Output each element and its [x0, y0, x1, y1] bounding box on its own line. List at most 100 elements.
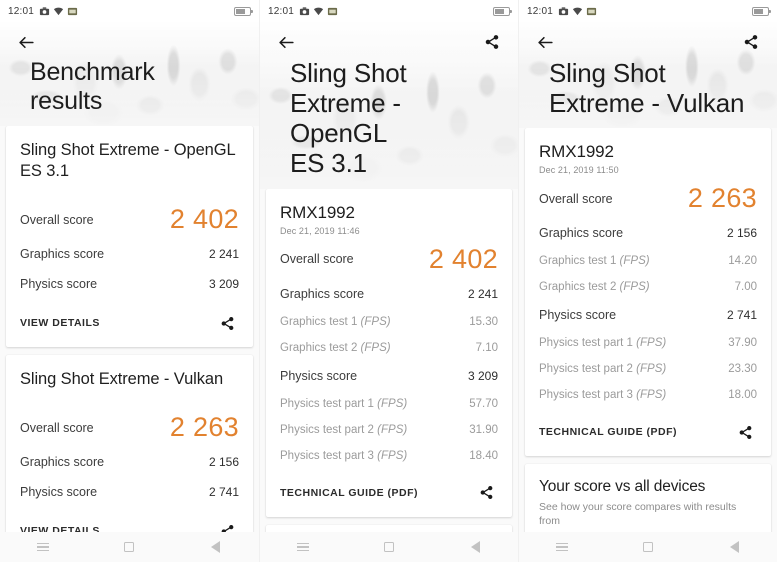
row-value: 2 156	[208, 455, 239, 470]
compare-card-subtitle: See how your score compares with results…	[539, 501, 737, 527]
table-row: Graphics test 1 (FPS) 15.30	[280, 309, 498, 335]
table-row: Physics test part 1 (FPS) 37.90	[539, 330, 757, 356]
scroll-content[interactable]: RMX1992 Dec 21, 2019 11:46 Overall score…	[260, 188, 518, 532]
status-bar-clock: 12:01	[268, 5, 295, 17]
overall-score-row: Overall score 2 263	[539, 175, 757, 218]
page-title: Benchmark results	[30, 58, 155, 115]
row-label: Physics test part 3 (FPS)	[280, 449, 408, 462]
compare-card-title: Your score vs all devices	[539, 478, 706, 496]
hero-header: Benchmark results	[0, 22, 259, 126]
status-bar: 12:01	[0, 0, 259, 22]
row-value: 2 156	[726, 226, 757, 241]
overall-score-label: Overall score	[280, 252, 354, 267]
status-bar-clock: 12:01	[527, 5, 554, 17]
back-icon[interactable]	[462, 538, 483, 562]
result-card-vulkan[interactable]: Sling Shot Extreme - Vulkan Overall scor…	[6, 355, 253, 532]
wifi-icon	[53, 7, 64, 15]
overall-score-value: 2 402	[169, 204, 239, 235]
share-icon[interactable]	[480, 30, 504, 54]
row-value: 2 241	[467, 286, 498, 301]
scroll-content[interactable]: RMX1992 Dec 21, 2019 11:50 Overall score…	[519, 128, 777, 532]
technical-guide-button[interactable]: TECHNICAL GUIDE (PDF)	[539, 426, 677, 438]
card-action-bar: VIEW DETAILS	[20, 507, 239, 532]
compare-card[interactable]: Your score vs all devices See how your s…	[525, 464, 771, 532]
share-icon[interactable]	[733, 420, 757, 444]
row-value: 18.40	[469, 449, 498, 462]
row-label: Physics test part 2 (FPS)	[280, 423, 408, 436]
home-icon[interactable]	[121, 539, 137, 555]
android-nav-bar	[519, 532, 777, 562]
hero-action-bar	[0, 22, 259, 56]
table-row: Physics test part 1 (FPS) 57.70	[280, 391, 498, 417]
row-value: 23.30	[728, 363, 757, 376]
scroll-content[interactable]: Sling Shot Extreme - OpenGL ES 3.1 Overa…	[0, 126, 259, 532]
table-row: Graphics test 1 (FPS) 14.20	[539, 248, 757, 274]
status-bar-right	[752, 6, 771, 16]
card-action-bar: TECHNICAL GUIDE (PDF)	[539, 408, 757, 456]
hero-header: Sling Shot Extreme - Vulkan	[519, 22, 777, 129]
screenshot-triptych: 12:01 Benchmark results Sling Shot Extre…	[0, 0, 777, 562]
table-row: Physics score 3 209	[280, 361, 498, 391]
share-icon[interactable]	[739, 30, 763, 54]
row-value: 15.30	[469, 315, 498, 328]
status-bar-clock: 12:01	[8, 5, 35, 17]
overall-score-label: Overall score	[20, 212, 94, 227]
status-bar-icons	[558, 6, 597, 17]
device-name: RMX1992	[539, 142, 614, 162]
row-label: Graphics score	[20, 455, 105, 470]
row-label: Physics score	[20, 485, 98, 500]
row-value: 18.00	[728, 389, 757, 402]
share-icon[interactable]	[215, 519, 239, 532]
table-row: Physics score 3 209	[20, 269, 239, 299]
battery-icon	[493, 6, 512, 16]
card-title: Sling Shot Extreme - OpenGL ES 3.1	[20, 141, 235, 181]
hero-action-bar	[519, 22, 777, 56]
row-label: Graphics score	[20, 247, 105, 262]
back-icon[interactable]	[203, 538, 224, 562]
overall-score-value: 2 402	[428, 243, 498, 274]
recents-icon[interactable]	[554, 539, 570, 555]
result-card-opengl[interactable]: Sling Shot Extreme - OpenGL ES 3.1 Overa…	[6, 126, 253, 348]
page-title: Sling Shot Extreme - Vulkan	[549, 58, 745, 119]
home-icon[interactable]	[381, 539, 397, 555]
row-value: 57.70	[469, 397, 498, 410]
device-name: RMX1992	[280, 202, 355, 222]
camera-icon	[558, 6, 569, 15]
score-detail-card[interactable]: RMX1992 Dec 21, 2019 11:46 Overall score…	[266, 188, 512, 517]
table-row: Physics test part 2 (FPS) 23.30	[539, 356, 757, 382]
table-row: Graphics score 2 241	[20, 239, 239, 269]
hero-action-bar	[260, 22, 518, 56]
score-detail-card[interactable]: RMX1992 Dec 21, 2019 11:50 Overall score…	[525, 128, 771, 457]
row-label: Graphics test 2 (FPS)	[539, 281, 650, 294]
overall-score-label: Overall score	[20, 420, 94, 435]
battery-icon	[234, 6, 253, 16]
camera-icon	[39, 6, 50, 15]
row-label: Graphics test 1 (FPS)	[539, 255, 650, 268]
view-details-button[interactable]: VIEW DETAILS	[20, 525, 100, 532]
home-icon[interactable]	[640, 539, 656, 555]
result-timestamp: Dec 21, 2019 11:46	[280, 225, 360, 236]
back-arrow-icon[interactable]	[274, 30, 298, 54]
compare-card[interactable]: Your score vs popular devices See how yo…	[266, 524, 512, 532]
row-label: Physics test part 1 (FPS)	[539, 337, 667, 350]
recents-icon[interactable]	[35, 539, 51, 555]
row-label: Physics score	[539, 308, 617, 323]
view-details-button[interactable]: VIEW DETAILS	[20, 317, 100, 329]
share-icon[interactable]	[474, 481, 498, 505]
signal-icon	[67, 7, 78, 15]
row-value: 37.90	[728, 337, 757, 350]
row-value: 3 209	[208, 277, 239, 292]
back-icon[interactable]	[721, 538, 742, 562]
row-value: 14.20	[728, 255, 757, 268]
android-nav-bar	[0, 532, 259, 562]
phone-screen-benchmark-results: 12:01 Benchmark results Sling Shot Extre…	[0, 0, 259, 562]
back-arrow-icon[interactable]	[14, 30, 38, 54]
back-arrow-icon[interactable]	[533, 30, 557, 54]
row-label: Physics score	[280, 368, 358, 383]
device-header: RMX1992 Dec 21, 2019 11:50	[539, 142, 757, 175]
share-icon[interactable]	[215, 311, 239, 335]
recents-icon[interactable]	[295, 539, 311, 555]
overall-score-value: 2 263	[169, 412, 239, 443]
technical-guide-button[interactable]: TECHNICAL GUIDE (PDF)	[280, 487, 418, 499]
row-label: Physics test part 3 (FPS)	[539, 389, 667, 402]
